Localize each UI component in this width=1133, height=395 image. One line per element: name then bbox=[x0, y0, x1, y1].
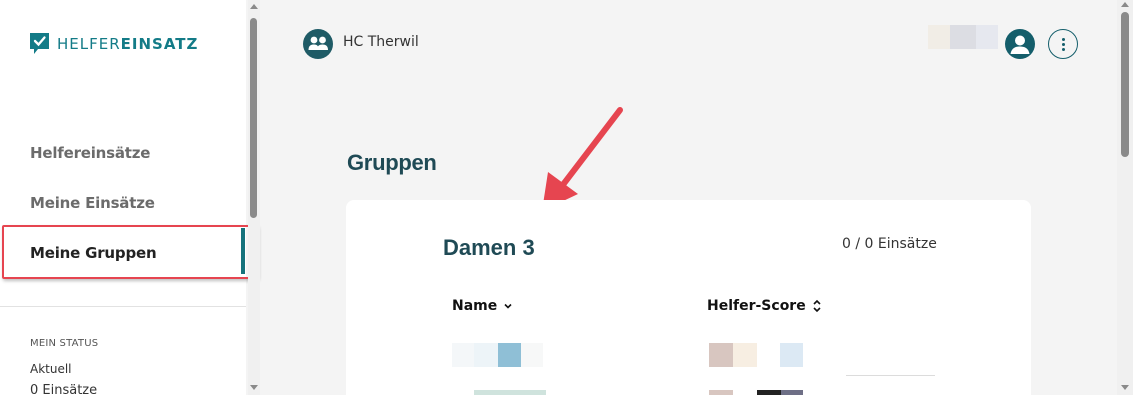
scroll-down-arrow-icon[interactable] bbox=[250, 385, 258, 390]
blurred-member-name bbox=[474, 343, 498, 367]
sidebar-divider bbox=[0, 306, 246, 307]
logo-check-icon bbox=[30, 33, 49, 54]
sidebar-scrollbar[interactable] bbox=[248, 0, 260, 395]
scrollbar-thumb[interactable] bbox=[250, 18, 257, 218]
blurred-score bbox=[757, 390, 781, 395]
main-scrollbar[interactable] bbox=[1117, 0, 1133, 395]
chevron-down-icon[interactable] bbox=[503, 301, 513, 311]
blurred-score bbox=[781, 390, 803, 395]
group-assignment-count: 0 / 0 Einsätze bbox=[842, 236, 937, 252]
scroll-up-arrow-icon[interactable] bbox=[1121, 2, 1129, 7]
annotation-highlight-box bbox=[2, 225, 258, 279]
blurred-username bbox=[928, 25, 950, 49]
blurred-score bbox=[709, 343, 733, 367]
column-header-helfer-score[interactable]: Helfer-Score bbox=[707, 298, 822, 314]
status-heading: MEIN STATUS bbox=[30, 338, 99, 349]
status-count: 0 Einsätze bbox=[30, 383, 98, 395]
logo-text: HELFEREINSATZ bbox=[57, 34, 199, 53]
scroll-up-arrow-icon[interactable] bbox=[250, 4, 258, 9]
app-logo[interactable]: HELFEREINSATZ bbox=[30, 33, 198, 54]
blurred-member-name bbox=[498, 343, 521, 367]
row-divider bbox=[846, 375, 935, 376]
group-card bbox=[346, 200, 1031, 395]
group-name[interactable]: Damen 3 bbox=[443, 235, 535, 261]
blurred-username-part bbox=[976, 25, 998, 49]
sidebar-item-helfereinsaetze[interactable]: Helfereinsätze bbox=[30, 144, 150, 162]
blurred-member-name bbox=[521, 343, 543, 367]
sort-updown-icon[interactable] bbox=[812, 299, 822, 313]
blurred-score bbox=[780, 343, 803, 367]
user-icon[interactable] bbox=[1005, 29, 1035, 59]
org-name[interactable]: HC Therwil bbox=[343, 34, 419, 50]
blurred-member-name bbox=[452, 343, 474, 367]
column-header-name[interactable]: Name bbox=[452, 298, 513, 314]
blurred-score bbox=[709, 390, 733, 395]
blurred-score bbox=[733, 343, 757, 367]
sidebar: HELFEREINSATZ Helfereinsätze Meine Einsä… bbox=[0, 0, 258, 395]
scrollbar-thumb[interactable] bbox=[1121, 12, 1129, 157]
scroll-down-arrow-icon[interactable] bbox=[1121, 385, 1129, 390]
page-title: Gruppen bbox=[347, 150, 437, 175]
sidebar-item-meine-einsaetze[interactable]: Meine Einsätze bbox=[30, 194, 155, 212]
status-current-label: Aktuell bbox=[30, 362, 72, 376]
blurred-username-part bbox=[950, 25, 976, 49]
blurred-member-name bbox=[474, 390, 546, 395]
more-vertical-icon[interactable] bbox=[1048, 29, 1078, 59]
group-icon bbox=[303, 29, 333, 59]
